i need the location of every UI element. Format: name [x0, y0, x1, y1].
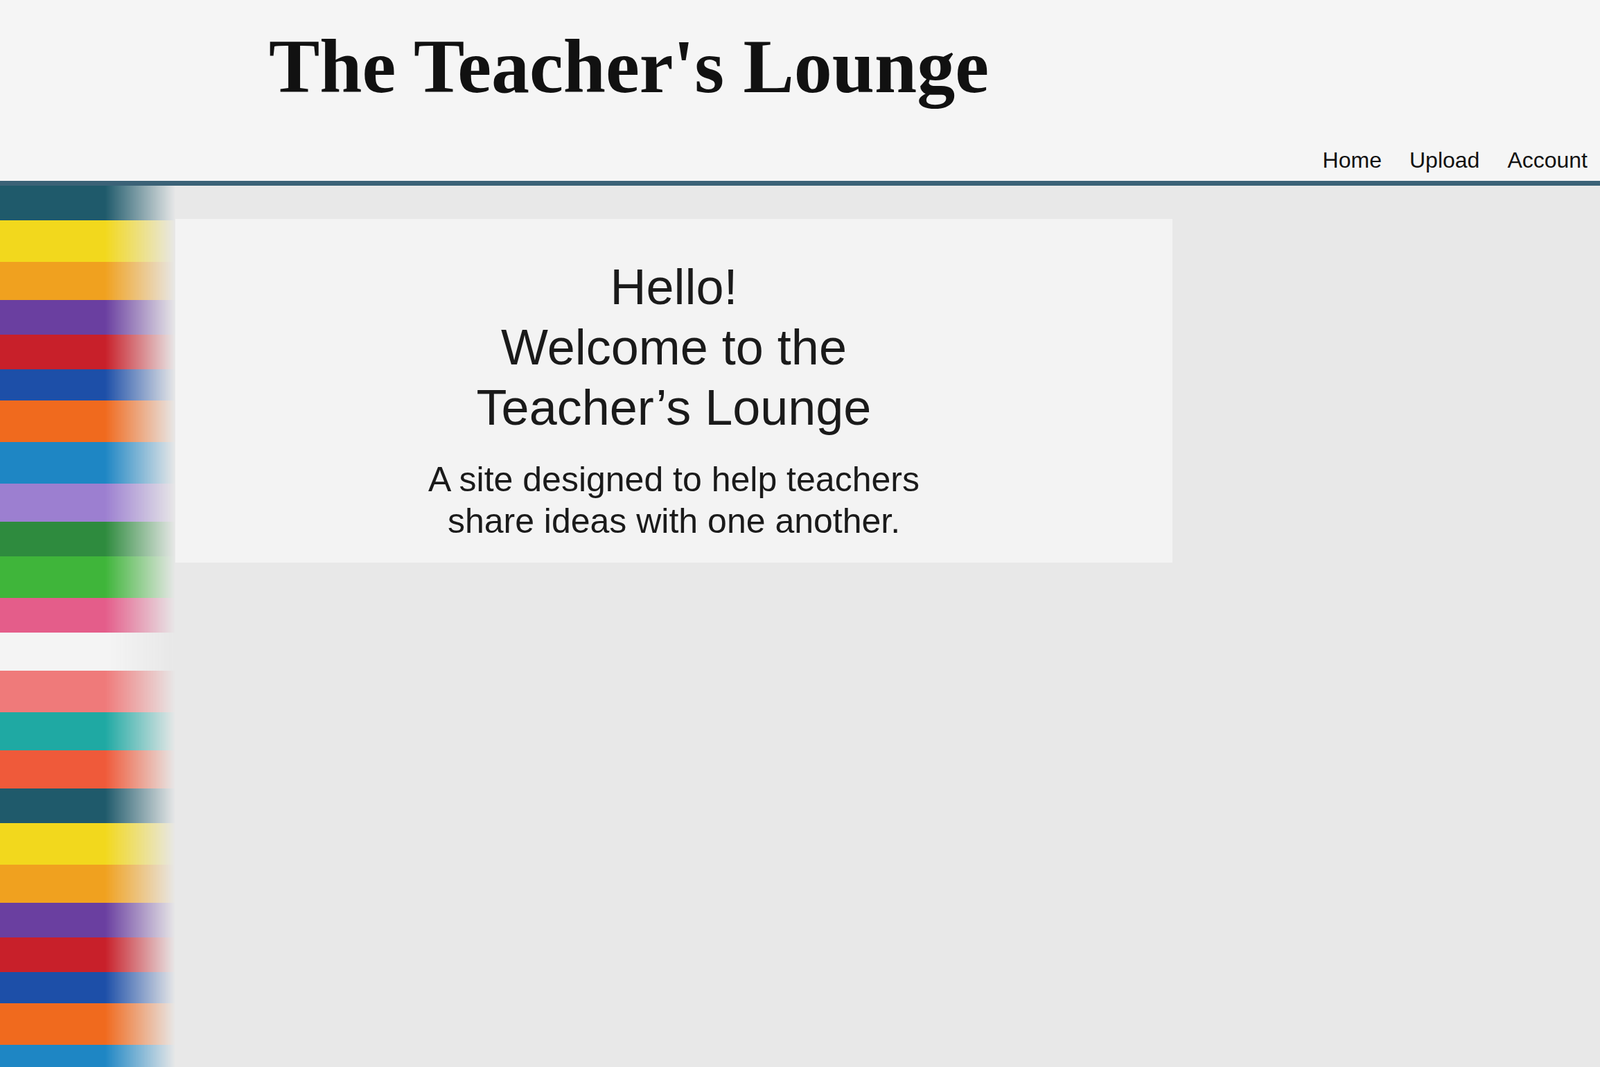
heading-line: Welcome to the	[203, 317, 1145, 378]
page: The Teacher's Lounge Home Upload Account Hel…	[0, 0, 1600, 1067]
nav-link[interactable]: Account	[1507, 146, 1588, 176]
main-area: Hello!Welcome to theTeacher’s Lounge A si…	[0, 185, 1600, 1067]
main-nav: Home Upload Account	[0, 146, 1588, 176]
site-header: The Teacher's Lounge Home Upload Account	[0, 0, 1600, 186]
heading-line: Hello!	[203, 257, 1145, 318]
welcome-heading: Hello!Welcome to theTeacher’s Lounge	[203, 257, 1145, 438]
nav-link[interactable]: Home	[1322, 146, 1382, 176]
nav-link[interactable]: Upload	[1409, 146, 1480, 176]
site-title: The Teacher's Lounge	[0, 20, 1588, 113]
subtitle-line: A site designed to help teachers	[203, 458, 1145, 501]
welcome-card: Hello!Welcome to theTeacher’s Lounge A si…	[175, 218, 1173, 563]
subtitle-line: share ideas with one another.	[203, 500, 1145, 542]
heading-line: Teacher’s Lounge	[203, 377, 1145, 438]
pencils-photo	[0, 185, 176, 1067]
welcome-subtitle: A site designed to help teachersshare id…	[203, 458, 1145, 542]
